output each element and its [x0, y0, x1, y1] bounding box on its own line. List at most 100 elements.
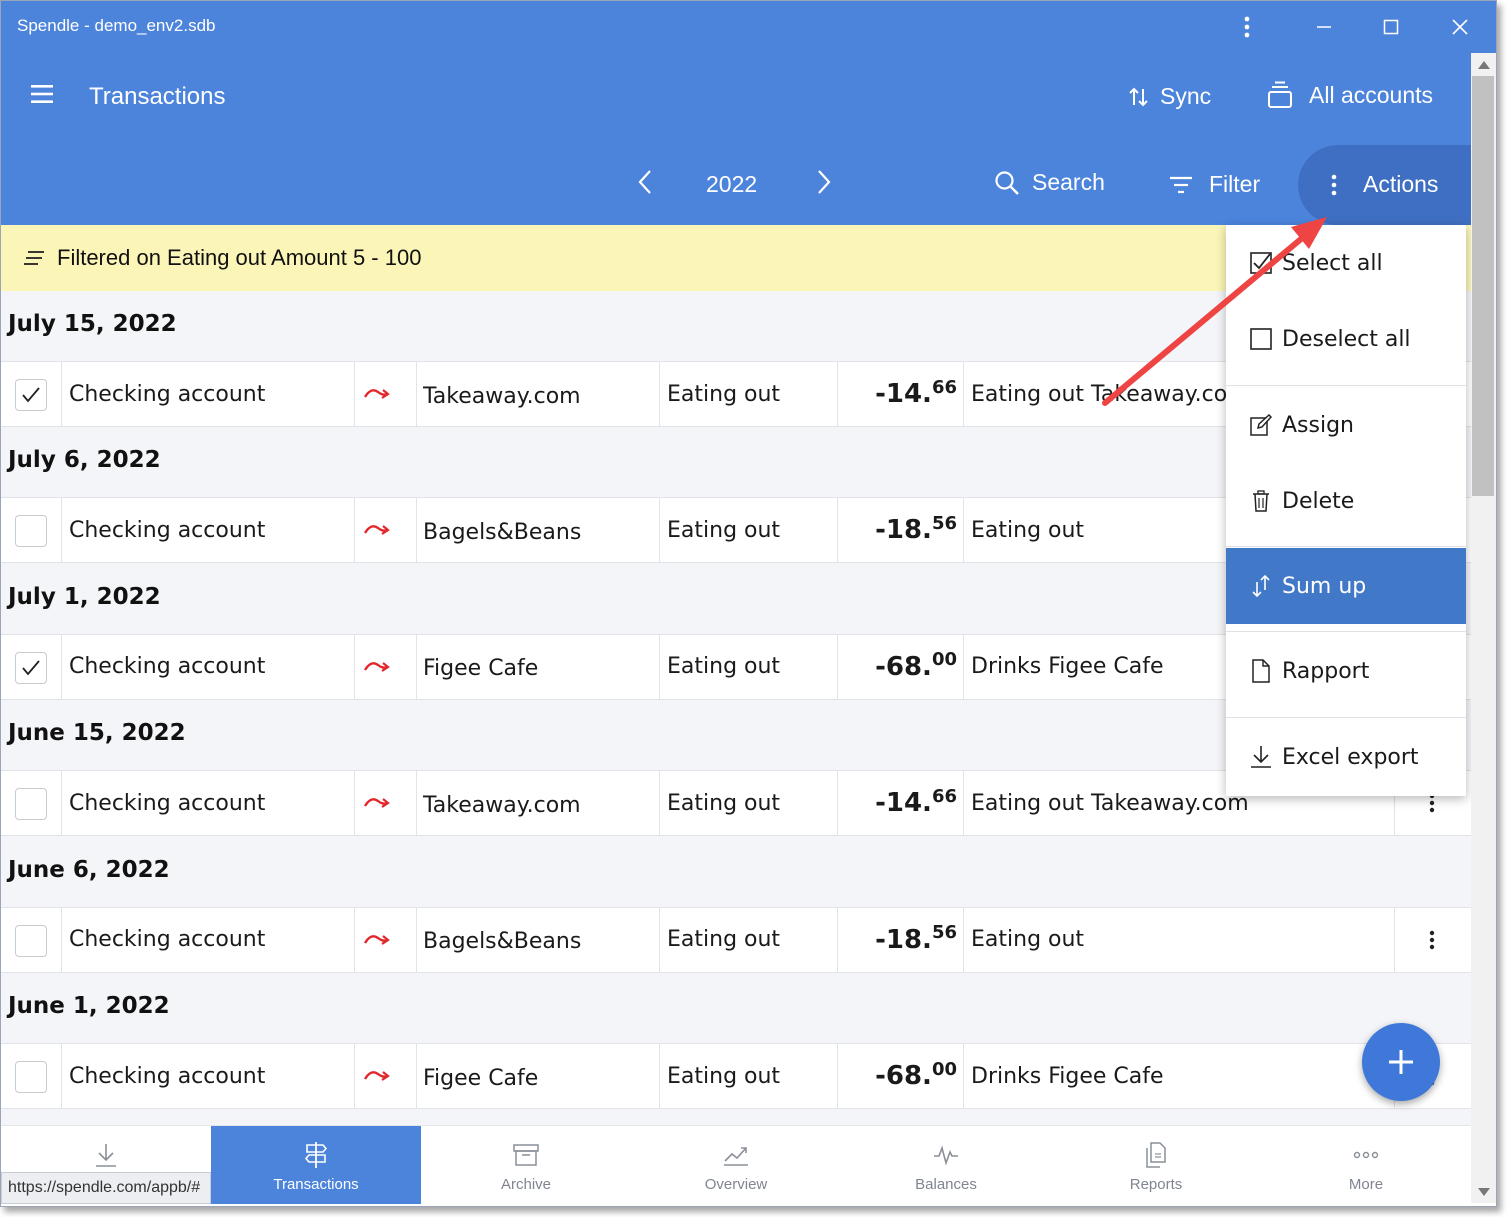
scrollbar-thumb[interactable]	[1472, 76, 1494, 496]
nav-transactions[interactable]: Transactions	[211, 1126, 421, 1204]
menu-item-label: Sum up	[1282, 573, 1367, 599]
all-accounts-button[interactable]: All accounts	[1267, 81, 1433, 109]
sync-arrows-icon	[1129, 87, 1148, 106]
amount-integer: -68.	[875, 651, 932, 682]
sum-up-arrows-icon	[1252, 574, 1270, 598]
year-label[interactable]: 2022	[706, 171, 757, 198]
table-row[interactable]: Checking account Bagels&Beans Eating out -1…	[1, 906, 1471, 973]
signpost-icon	[304, 1142, 328, 1168]
row-checkbox[interactable]	[15, 651, 47, 684]
amount-integer: -14.	[875, 379, 932, 409]
row-checkbox[interactable]	[15, 1061, 47, 1093]
menu-item-rapport[interactable]: Rapport	[1226, 633, 1466, 709]
document-icon	[1252, 659, 1270, 683]
row-checkbox[interactable]	[15, 788, 47, 821]
actions-button-content[interactable]: Actions	[1331, 171, 1438, 198]
column-divider	[659, 771, 660, 836]
expense-type-cell	[363, 1044, 393, 1108]
menu-divider	[1226, 385, 1466, 386]
nav-more[interactable]: More	[1261, 1126, 1471, 1204]
filter-button[interactable]: Filter	[1169, 171, 1260, 198]
column-divider	[963, 634, 964, 699]
row-checkbox[interactable]	[15, 515, 47, 548]
menu-divider	[1226, 631, 1466, 632]
menu-item-select-all[interactable]: Select all	[1226, 225, 1466, 301]
menu-item-deselect-all[interactable]: Deselect all	[1226, 301, 1466, 377]
expense-type-cell	[363, 635, 393, 699]
column-divider	[837, 1044, 838, 1108]
menu-item-label: Assign	[1282, 412, 1354, 438]
scroll-down-button[interactable]	[1477, 1186, 1491, 1198]
menu-item-delete[interactable]: Delete	[1226, 463, 1466, 539]
kebab-icon	[1331, 174, 1337, 195]
column-divider	[354, 1044, 355, 1108]
category-cell: Eating out	[667, 927, 781, 953]
add-transaction-button[interactable]	[1362, 1023, 1440, 1101]
column-divider	[659, 498, 660, 563]
column-divider	[659, 1044, 660, 1108]
row-checkbox[interactable]	[15, 379, 47, 411]
bottom-navigation: Transactions Archive Overview Balances R…	[1, 1125, 1471, 1204]
actions-label: Actions	[1363, 171, 1439, 197]
amount-decimals: 66	[931, 785, 957, 807]
filter-list-icon	[24, 251, 44, 265]
row-checkbox[interactable]	[15, 924, 47, 957]
expense-arrow-icon	[363, 525, 390, 536]
payee-cell: Bagels&Beans	[423, 519, 582, 545]
expense-type-cell	[363, 908, 393, 972]
amount-decimals: 00	[931, 1058, 957, 1080]
column-divider	[837, 634, 838, 699]
nav-label: Archive	[500, 1176, 552, 1193]
nav-balances[interactable]: Balances	[841, 1126, 1051, 1204]
account-cell: Checking account	[69, 381, 266, 407]
trend-chart-icon	[724, 1147, 748, 1166]
amount-cell: -18. 56	[843, 908, 957, 972]
payee-cell: Takeaway.com	[423, 383, 581, 409]
maximize-button[interactable]	[1373, 9, 1409, 45]
sync-label: Sync	[1160, 83, 1212, 109]
app-header: Transactions Sync All accounts 2022 Sear…	[1, 53, 1471, 225]
column-divider	[416, 907, 417, 972]
column-divider	[963, 362, 964, 426]
triangle-up-icon	[1478, 61, 1490, 69]
checkbox-checked-icon	[1250, 252, 1272, 274]
next-year-button[interactable]	[816, 169, 832, 195]
nav-label: Overview	[704, 1176, 768, 1193]
category-cell: Eating out	[667, 517, 781, 543]
column-divider	[659, 634, 660, 699]
actions-menu: Select all Deselect all Assign Delete Su…	[1226, 225, 1466, 796]
menu-item-label: Excel export	[1282, 744, 1419, 770]
column-divider	[354, 907, 355, 972]
filter-banner-text: Filtered on Eating out Amount 5 - 100	[57, 245, 422, 270]
row-menu-button[interactable]	[1416, 922, 1448, 958]
category-cell: Eating out	[667, 1063, 781, 1089]
close-button[interactable]	[1442, 9, 1478, 45]
nav-overview[interactable]: Overview	[631, 1126, 841, 1204]
amount-decimals: 56	[931, 512, 957, 534]
minimize-icon	[1317, 26, 1331, 28]
prev-year-button[interactable]	[637, 169, 653, 195]
sync-button[interactable]: Sync	[1128, 83, 1211, 110]
minimize-button[interactable]	[1306, 9, 1342, 45]
table-row[interactable]: Checking account Figee Cafe Eating out -68.…	[1, 1043, 1471, 1109]
archive-box-icon	[513, 1144, 539, 1166]
date-header: July 1, 2022	[8, 583, 161, 610]
column-divider	[837, 771, 838, 836]
category-cell: Eating out	[667, 654, 781, 680]
more-dots-icon	[1353, 1151, 1379, 1159]
search-button[interactable]: Search	[994, 169, 1105, 196]
payee-cell: Figee Cafe	[423, 656, 539, 682]
nav-archive[interactable]: Archive	[421, 1126, 631, 1204]
menu-item-assign[interactable]: Assign	[1226, 387, 1466, 463]
nav-reports[interactable]: Reports	[1051, 1126, 1261, 1204]
filter-label: Filter	[1209, 171, 1261, 197]
column-divider	[963, 498, 964, 563]
menu-button[interactable]	[31, 85, 53, 103]
amount-decimals: 00	[931, 649, 957, 671]
expense-arrow-icon	[363, 389, 390, 399]
scroll-up-button[interactable]	[1477, 59, 1491, 71]
menu-item-sum-up[interactable]: Sum up	[1226, 548, 1466, 624]
column-divider	[354, 362, 355, 426]
menu-item-excel-export[interactable]: Excel export	[1226, 719, 1466, 795]
window-options-button[interactable]	[1229, 9, 1265, 45]
